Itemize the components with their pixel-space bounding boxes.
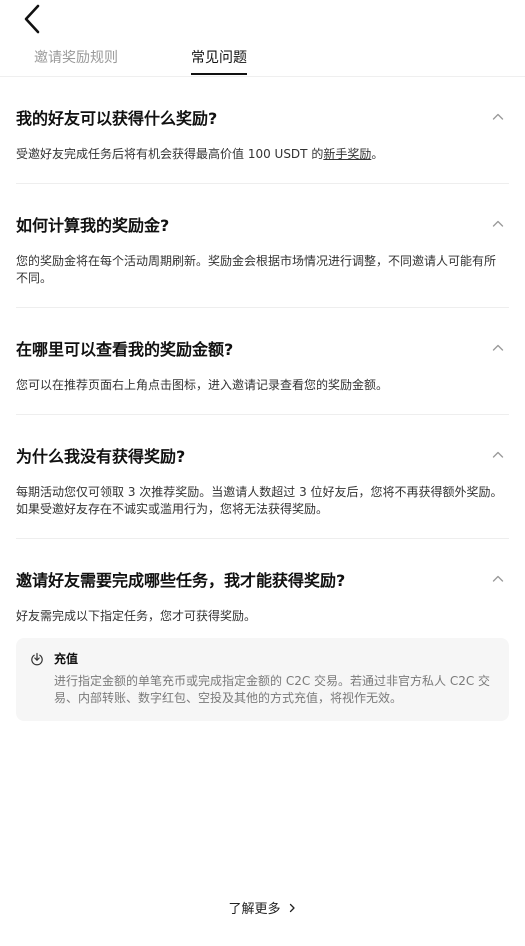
task-title: 充值: [54, 652, 79, 666]
tab-invite-rules[interactable]: 邀请奖励规则: [34, 48, 118, 68]
faq-question: 如何计算我的奖励金?: [16, 216, 170, 235]
chevron-up-icon: [492, 113, 504, 120]
tab-faq[interactable]: 常见问题: [191, 48, 247, 68]
faq-answer: 受邀好友完成任务后将有机会获得最高价值 100 USDT 的新手奖励。: [16, 146, 509, 163]
faq-answer: 您可以在推荐页面右上角点击图标，进入邀请记录查看您的奖励金额。: [16, 378, 389, 392]
learn-more-label: 了解更多: [228, 902, 281, 917]
faq-question-toggle[interactable]: 邀请好友需要完成哪些任务，我才能获得奖励?: [16, 539, 509, 599]
faq-page: 邀请奖励规则 常见问题 我的好友可以获得什么奖励? 受邀好友完成任务后将有机会获…: [0, 0, 525, 946]
faq-answer: 好友需完成以下指定任务，您才可获得奖励。: [16, 609, 257, 623]
faq-answer: 您的奖励金将在每个活动周期刷新。奖励金会根据市场情况进行调整，不同邀请人可能有所…: [16, 254, 497, 285]
chevron-left-icon: [24, 4, 40, 34]
chevron-up-icon: [492, 451, 504, 458]
faq-question: 我的好友可以获得什么奖励?: [16, 109, 218, 128]
tab-bar: 邀请奖励规则 常见问题: [0, 44, 525, 77]
faq-item: 在哪里可以查看我的奖励金额? 您可以在推荐页面右上角点击图标，进入邀请记录查看您…: [16, 308, 509, 415]
task-card: 充值 进行指定金额的单笔充币或完成指定金额的 C2C 交易。若通过非官方私人 C…: [16, 638, 509, 721]
faq-question-toggle[interactable]: 如何计算我的奖励金?: [16, 184, 509, 244]
chevron-up-icon: [492, 344, 504, 351]
chevron-up-icon: [492, 220, 504, 227]
faq-question: 为什么我没有获得奖励?: [16, 447, 186, 466]
faq-question-toggle[interactable]: 为什么我没有获得奖励?: [16, 415, 509, 475]
faq-item: 我的好友可以获得什么奖励? 受邀好友完成任务后将有机会获得最高价值 100 US…: [16, 77, 509, 184]
chevron-up-icon: [492, 575, 504, 582]
learn-more-link[interactable]: 了解更多: [0, 898, 525, 917]
task-description: 进行指定金额的单笔充币或完成指定金额的 C2C 交易。若通过非官方私人 C2C …: [54, 674, 491, 705]
faq-question: 在哪里可以查看我的奖励金额?: [16, 340, 234, 359]
faq-answer-text: 受邀好友完成任务后将有机会获得最高价值 100 USDT 的: [16, 147, 324, 161]
faq-item: 为什么我没有获得奖励? 每期活动您仅可领取 3 次推荐奖励。当邀请人数超过 3 …: [16, 415, 509, 539]
back-button[interactable]: [18, 4, 46, 34]
faq-answer-suffix: 。: [371, 147, 384, 161]
chevron-right-icon: [289, 903, 295, 912]
task-header: 充值: [30, 650, 493, 667]
deposit-icon: [31, 652, 43, 665]
newbie-reward-link[interactable]: 新手奖励: [323, 147, 371, 161]
faq-question-toggle[interactable]: 在哪里可以查看我的奖励金额?: [16, 308, 509, 368]
faq-item: 邀请好友需要完成哪些任务，我才能获得奖励? 好友需完成以下指定任务，您才可获得奖…: [16, 539, 509, 741]
faq-answer: 每期活动您仅可领取 3 次推荐奖励。当邀请人数超过 3 位好友后，您将不再获得额…: [16, 485, 503, 516]
faq-question: 邀请好友需要完成哪些任务，我才能获得奖励?: [16, 571, 346, 590]
faq-item: 如何计算我的奖励金? 您的奖励金将在每个活动周期刷新。奖励金会根据市场情况进行调…: [16, 184, 509, 308]
active-tab-indicator: [191, 73, 247, 75]
faq-list: 我的好友可以获得什么奖励? 受邀好友完成任务后将有机会获得最高价值 100 US…: [16, 77, 509, 741]
faq-question-toggle[interactable]: 我的好友可以获得什么奖励?: [16, 77, 509, 137]
